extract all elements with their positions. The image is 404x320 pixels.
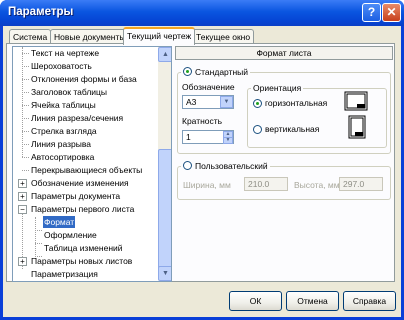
ok-button[interactable]: ОК bbox=[229, 291, 282, 311]
standard-legend[interactable]: Стандартный bbox=[181, 66, 251, 78]
designation-select[interactable]: А3 ▼ bbox=[182, 95, 234, 109]
portrait-radio[interactable] bbox=[253, 125, 262, 134]
tree-item[interactable]: Параметры новых листов bbox=[31, 255, 132, 267]
help-title-button[interactable]: ? bbox=[362, 3, 381, 22]
tree-item[interactable]: Перекрывающиеся объекты bbox=[31, 164, 142, 176]
height-value: 297.0 bbox=[343, 179, 365, 189]
multiplicity-label: Кратность bbox=[182, 116, 223, 126]
tree-connector bbox=[35, 243, 42, 244]
tree-item[interactable]: Ячейка таблицы bbox=[31, 99, 96, 111]
tree-item[interactable]: Параметры документа bbox=[31, 190, 120, 202]
tree-item[interactable]: Шероховатость bbox=[31, 60, 92, 72]
custom-radio[interactable] bbox=[183, 161, 192, 170]
cancel-button[interactable]: Отмена bbox=[286, 291, 339, 311]
tree-item[interactable]: Отклонения формы и база bbox=[31, 73, 137, 85]
tab-current-window[interactable]: Текущее окно bbox=[192, 29, 255, 44]
tree-connector bbox=[22, 66, 29, 67]
tree-connector bbox=[22, 105, 29, 106]
custom-label: Пользовательский bbox=[195, 161, 268, 171]
dialog-client-area: Система Новые документы Текущий чертеж Т… bbox=[3, 26, 401, 317]
tree-item[interactable]: Линия разрыва bbox=[31, 138, 91, 150]
width-input[interactable]: 210.0 bbox=[244, 177, 288, 191]
cancel-label: Отмена bbox=[297, 296, 328, 306]
tree-connector bbox=[22, 53, 29, 54]
orientation-legend: Ориентация bbox=[251, 82, 304, 94]
expand-plus-icon[interactable]: + bbox=[18, 257, 27, 266]
tree-connector bbox=[22, 92, 29, 93]
height-label: Высота, мм bbox=[294, 180, 340, 190]
portrait-sheet-icon bbox=[348, 115, 366, 139]
scroll-down-icon[interactable]: ▼ bbox=[158, 266, 171, 281]
spin-down-icon[interactable]: ▼ bbox=[223, 137, 233, 144]
scroll-thumb[interactable] bbox=[158, 149, 171, 279]
standard-label: Стандартный bbox=[195, 67, 249, 77]
width-label: Ширина, мм bbox=[183, 180, 231, 190]
tree-connector bbox=[22, 131, 29, 132]
tree-item[interactable]: Заголовок таблицы bbox=[31, 86, 107, 98]
landscape-radio[interactable] bbox=[253, 99, 262, 108]
tree-item[interactable]: Параметризация bbox=[31, 268, 98, 280]
designation-value: А3 bbox=[186, 97, 197, 107]
expand-plus-icon[interactable]: + bbox=[18, 179, 27, 188]
collapse-minus-icon[interactable]: − bbox=[18, 205, 27, 214]
settings-tree[interactable]: Текст на чертеже Шероховатость Отклонени… bbox=[12, 46, 172, 282]
tab-system[interactable]: Система bbox=[9, 29, 52, 44]
tree-item[interactable]: Таблица изменений bbox=[44, 242, 123, 254]
height-input[interactable]: 297.0 bbox=[339, 177, 383, 191]
tree-item[interactable]: Оформление bbox=[44, 229, 97, 241]
tab-label: Новые документы bbox=[54, 32, 126, 42]
custom-legend[interactable]: Пользовательский bbox=[181, 160, 270, 172]
designation-label: Обозначение bbox=[182, 82, 235, 92]
window-title: Параметры bbox=[8, 6, 74, 18]
scroll-up-icon[interactable]: ▲ bbox=[158, 47, 171, 62]
tab-label: Система bbox=[13, 32, 48, 42]
tree-item[interactable]: Автосортировка bbox=[31, 151, 94, 163]
close-icon: ✕ bbox=[386, 5, 397, 19]
tree-connector bbox=[22, 47, 23, 157]
tab-label: Текущее окно bbox=[196, 32, 251, 42]
tree-connector bbox=[35, 230, 42, 231]
tree-connector bbox=[22, 144, 29, 145]
tree-connector bbox=[22, 118, 29, 119]
tab-new-documents[interactable]: Новые документы bbox=[50, 29, 130, 44]
options-dialog: Параметры ? ✕ Система Новые документы Те… bbox=[0, 0, 404, 320]
tree-connector bbox=[22, 170, 29, 171]
tree-connector bbox=[22, 157, 29, 158]
standard-radio[interactable] bbox=[183, 67, 192, 76]
panel-title: Формат листа bbox=[256, 48, 312, 58]
tree-connector bbox=[22, 79, 29, 80]
question-icon: ? bbox=[367, 5, 376, 19]
tree-item[interactable]: Стрелка взгляда bbox=[31, 125, 97, 137]
multiplicity-stepper[interactable]: 1 ▲ ▼ bbox=[182, 130, 234, 144]
tree-item-selected[interactable]: Формат bbox=[43, 216, 76, 228]
portrait-label: вертикальная bbox=[265, 124, 320, 134]
tree-item[interactable]: Линия разреза/сечения bbox=[31, 112, 123, 124]
tree-item[interactable]: Обозначение изменения bbox=[31, 177, 129, 189]
tree-item[interactable]: Текст на чертеже bbox=[31, 47, 99, 59]
width-value: 210.0 bbox=[248, 179, 270, 189]
help-button[interactable]: Справка bbox=[343, 291, 396, 311]
ok-label: ОК bbox=[249, 296, 262, 306]
multiplicity-value: 1 bbox=[186, 132, 191, 142]
tab-label: Текущий чертеж bbox=[127, 31, 192, 41]
tree-connector bbox=[35, 217, 36, 259]
tree-item[interactable]: Параметры первого листа bbox=[31, 203, 134, 215]
expand-plus-icon[interactable]: + bbox=[18, 192, 27, 201]
landscape-sheet-icon bbox=[344, 91, 368, 111]
tree-scrollbar[interactable]: ▲ ▼ bbox=[158, 47, 171, 281]
help-label: Справка bbox=[352, 296, 387, 306]
format-panel-header: Формат листа bbox=[175, 46, 393, 60]
tab-current-drawing[interactable]: Текущий чертеж bbox=[123, 27, 196, 45]
close-button[interactable]: ✕ bbox=[382, 3, 401, 22]
chevron-down-icon[interactable]: ▼ bbox=[220, 96, 233, 108]
title-bar[interactable]: Параметры ? ✕ bbox=[0, 0, 404, 26]
landscape-label: горизонтальная bbox=[265, 98, 328, 108]
